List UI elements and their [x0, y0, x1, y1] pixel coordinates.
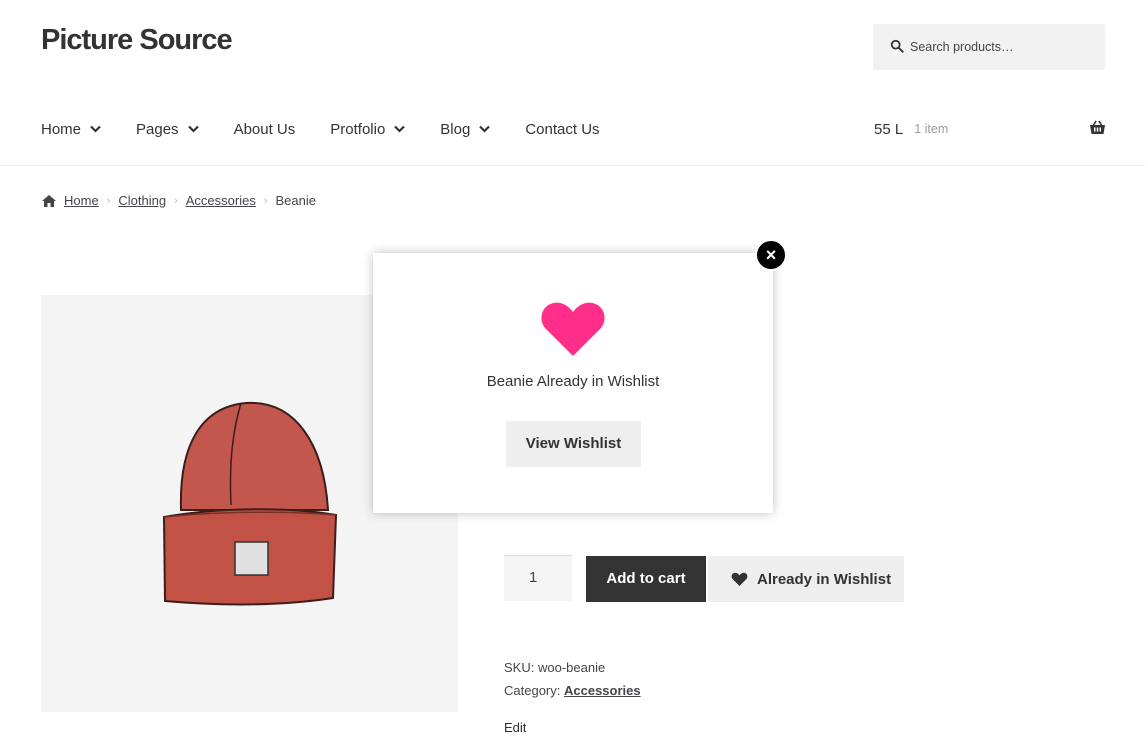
close-icon[interactable]: ×: [755, 239, 787, 271]
wishlist-message: Beanie Already in Wishlist: [486, 373, 660, 390]
product-page: Picture Source Search products… Home Pag…: [0, 0, 1145, 744]
view-wishlist-button[interactable]: View Wishlist: [506, 421, 641, 467]
heart-icon: [541, 302, 605, 356]
wishlist-popup: Beanie Already in Wishlist View Wishlist: [373, 253, 773, 513]
